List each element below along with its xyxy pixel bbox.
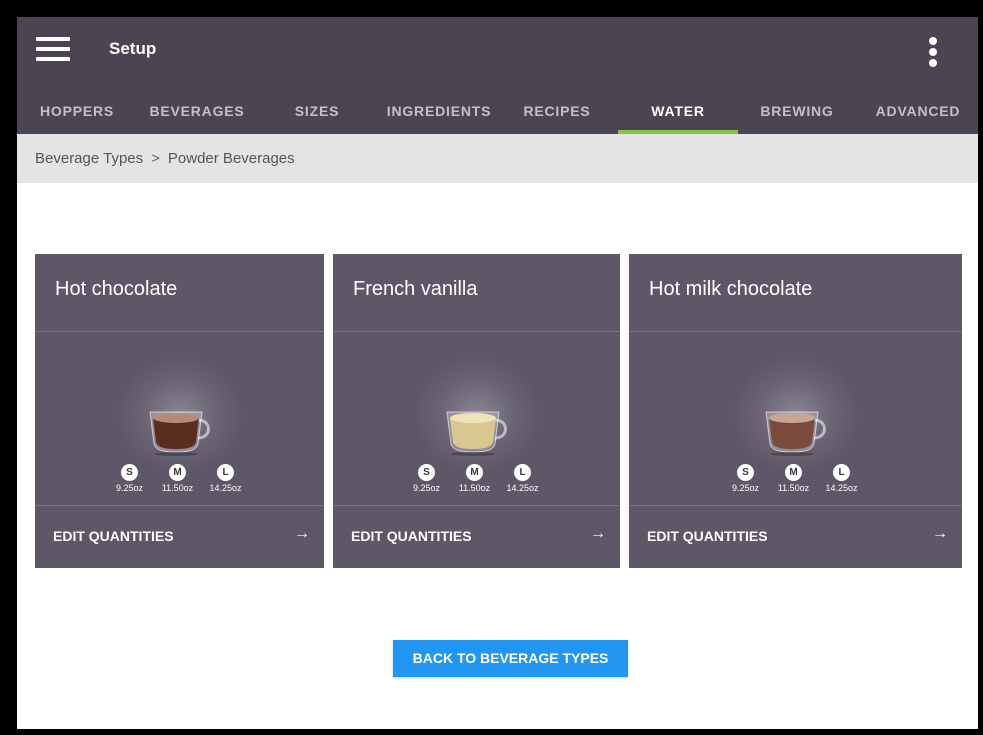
size-medium: M 11.50oz bbox=[153, 462, 203, 493]
size-medium: M 11.50oz bbox=[769, 462, 819, 493]
size-badge: L bbox=[514, 464, 531, 481]
tab-ingredients[interactable]: INGREDIENTS bbox=[374, 91, 504, 134]
size-badge: M bbox=[169, 464, 186, 481]
size-large: L 14.25oz bbox=[498, 462, 548, 493]
arrow-right-icon: → bbox=[294, 525, 310, 542]
hot-chocolate-cup-icon bbox=[148, 411, 210, 456]
size-small: S 9.25oz bbox=[402, 462, 452, 493]
size-small: S 9.25oz bbox=[105, 462, 155, 493]
tab-brewing[interactable]: BREWING bbox=[749, 91, 845, 134]
tab-beverages[interactable]: BEVERAGES bbox=[139, 91, 255, 134]
size-options: S 9.25oz M 11.50oz L 14.25oz bbox=[721, 462, 871, 502]
breadcrumb-separator: > bbox=[151, 150, 160, 167]
back-to-beverage-types-button[interactable]: BACK TO BEVERAGE TYPES bbox=[393, 640, 628, 677]
hot-milk-chocolate-cup-icon bbox=[764, 411, 826, 456]
tab-bar: HOPPERS BEVERAGES SIZES INGREDIENTS RECI… bbox=[17, 91, 978, 134]
size-badge: L bbox=[833, 464, 850, 481]
size-oz: 9.25oz bbox=[731, 483, 760, 493]
size-oz: 14.25oz bbox=[506, 483, 539, 493]
edit-quantities-button[interactable]: EDIT QUANTITIES → bbox=[333, 506, 620, 568]
breadcrumb-beverage-types[interactable]: Beverage Types bbox=[35, 150, 143, 167]
size-oz: 11.50oz bbox=[777, 483, 810, 493]
edit-quantities-label: EDIT QUANTITIES bbox=[647, 528, 768, 544]
size-medium: M 11.50oz bbox=[450, 462, 500, 493]
edit-quantities-label: EDIT QUANTITIES bbox=[53, 528, 174, 544]
size-badge: S bbox=[737, 464, 754, 481]
cup-area: S 9.25oz M 11.50oz L 14.25oz bbox=[35, 332, 324, 504]
app-bar: Setup HOPPERS BEVERAGES SIZES INGREDIENT… bbox=[17, 17, 978, 134]
size-badge: M bbox=[466, 464, 483, 481]
size-oz: 9.25oz bbox=[412, 483, 441, 493]
size-large: L 14.25oz bbox=[201, 462, 251, 493]
size-badge: M bbox=[785, 464, 802, 481]
size-oz: 11.50oz bbox=[458, 483, 491, 493]
card-title: Hot milk chocolate bbox=[649, 278, 813, 300]
breadcrumb-current: Powder Beverages bbox=[167, 150, 295, 167]
tab-advanced[interactable]: ADVANCED bbox=[865, 91, 971, 134]
hamburger-menu-icon[interactable] bbox=[36, 37, 70, 61]
french-vanilla-cup-icon bbox=[445, 411, 507, 456]
app-window: Setup HOPPERS BEVERAGES SIZES INGREDIENT… bbox=[17, 17, 978, 729]
breadcrumb: Beverage Types > Powder Beverages bbox=[17, 134, 978, 183]
size-oz: 9.25oz bbox=[115, 483, 144, 493]
beverage-card-hot-milk-chocolate: Hot milk chocolate S 9.25oz M 11.50oz L … bbox=[629, 254, 962, 568]
cup-area: S 9.25oz M 11.50oz L 14.25oz bbox=[629, 332, 962, 504]
size-oz: 14.25oz bbox=[209, 483, 242, 493]
tab-recipes[interactable]: RECIPES bbox=[514, 91, 600, 134]
size-oz: 14.25oz bbox=[825, 483, 858, 493]
tab-sizes[interactable]: SIZES bbox=[279, 91, 355, 134]
tab-hoppers[interactable]: HOPPERS bbox=[22, 91, 132, 134]
size-badge: S bbox=[418, 464, 435, 481]
card-title: French vanilla bbox=[353, 278, 478, 300]
size-oz: 11.50oz bbox=[161, 483, 194, 493]
edit-quantities-button[interactable]: EDIT QUANTITIES → bbox=[629, 506, 962, 568]
arrow-right-icon: → bbox=[590, 525, 606, 542]
card-title: Hot chocolate bbox=[55, 278, 178, 300]
page-title: Setup bbox=[109, 39, 157, 58]
more-vert-icon[interactable] bbox=[926, 37, 940, 69]
tab-water[interactable]: WATER bbox=[618, 91, 738, 134]
arrow-right-icon: → bbox=[932, 525, 948, 542]
size-small: S 9.25oz bbox=[721, 462, 771, 493]
beverage-card-french-vanilla: French vanilla S 9.25oz M 11.50oz L 14.2… bbox=[333, 254, 620, 568]
size-badge: S bbox=[121, 464, 138, 481]
edit-quantities-button[interactable]: EDIT QUANTITIES → bbox=[35, 506, 324, 568]
beverage-card-hot-chocolate: Hot chocolate S 9.25oz M 11.50oz L 14.25… bbox=[35, 254, 324, 568]
edit-quantities-label: EDIT QUANTITIES bbox=[351, 528, 472, 544]
size-large: L 14.25oz bbox=[817, 462, 867, 493]
cup-area: S 9.25oz M 11.50oz L 14.25oz bbox=[333, 332, 620, 504]
size-options: S 9.25oz M 11.50oz L 14.25oz bbox=[105, 462, 255, 502]
size-options: S 9.25oz M 11.50oz L 14.25oz bbox=[402, 462, 552, 502]
size-badge: L bbox=[217, 464, 234, 481]
